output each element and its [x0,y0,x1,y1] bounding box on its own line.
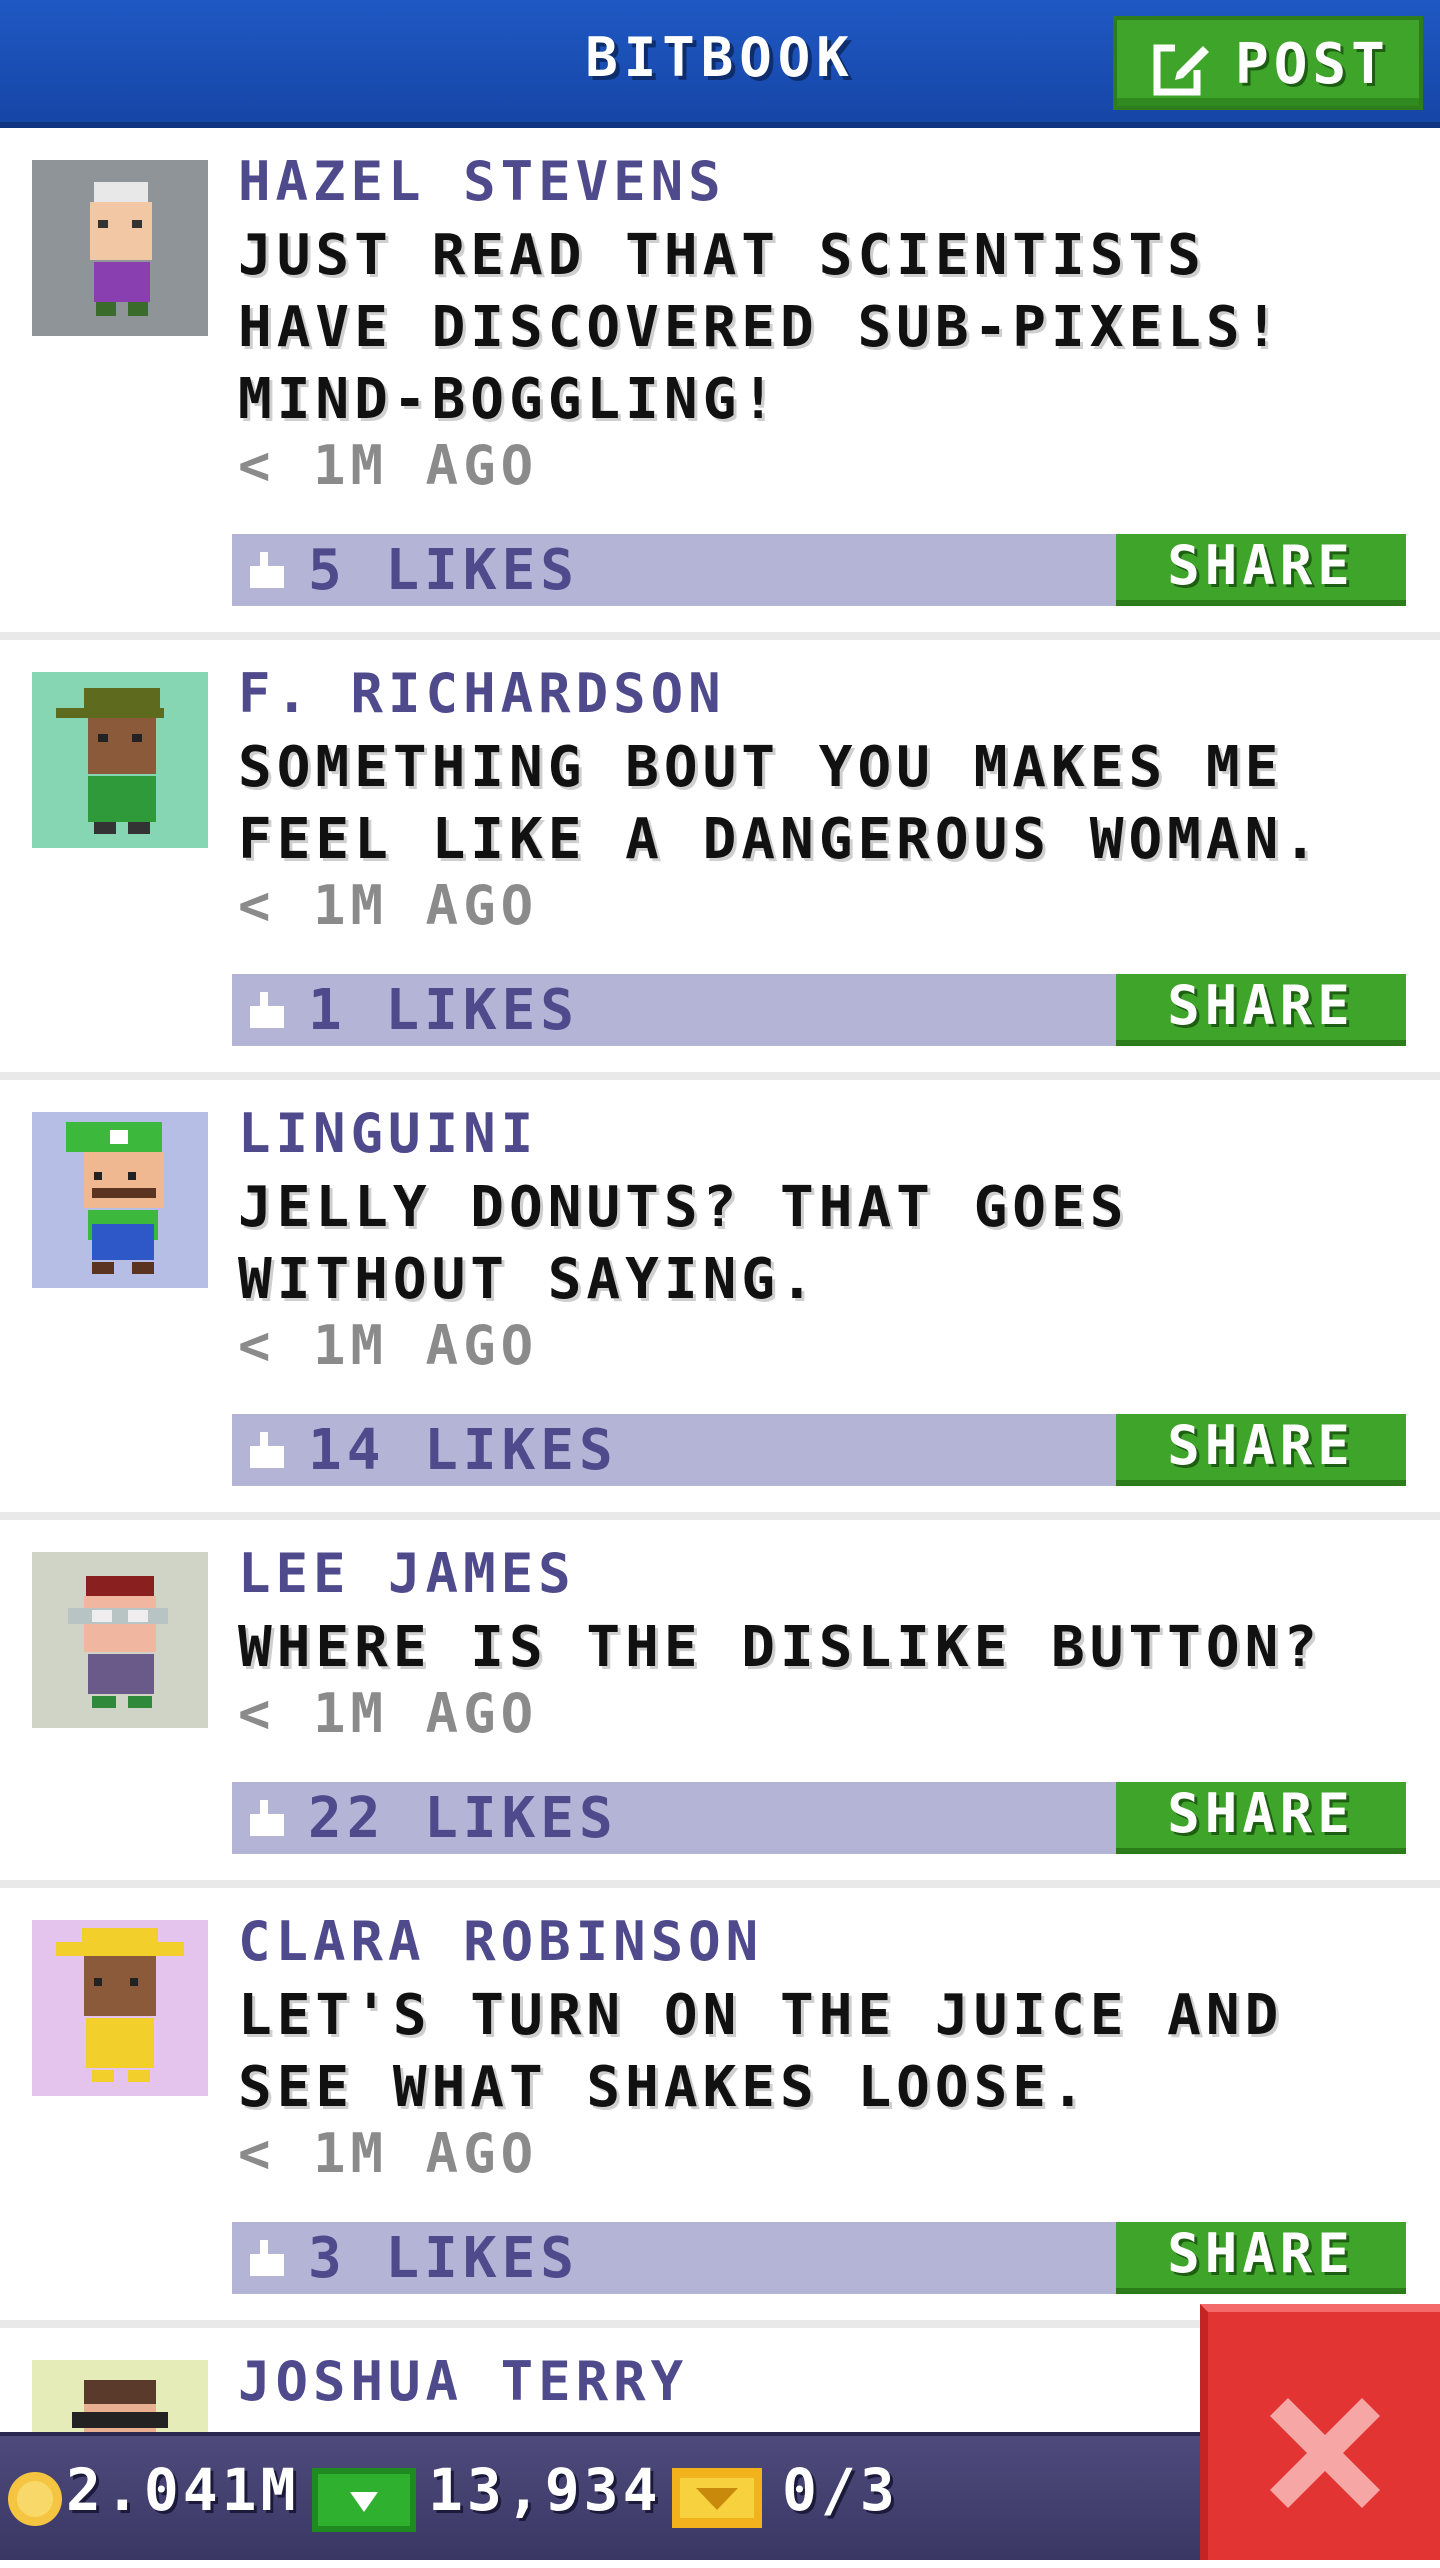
likes-bar: 5 LIKES SHARE [232,534,1406,606]
likes-count[interactable]: 14 LIKES [308,1418,618,1483]
likes-bar: 3 LIKES SHARE [232,2222,1406,2294]
feed-post: CLARA ROBINSON LET'S TURN ON THE JUICE A… [0,1888,1440,2328]
avatar[interactable] [32,1112,208,1288]
avatar[interactable] [32,672,208,848]
bux-icon [312,2468,416,2532]
thumbs-up-icon [250,552,284,588]
coin-icon [8,2472,62,2526]
post-button[interactable]: POST [1113,16,1423,110]
likes-count[interactable]: 3 LIKES [308,2226,579,2291]
post-message: WHERE IS THE DISLIKE BUTTON? [238,1615,1323,1680]
thumbs-up-icon [250,1432,284,1468]
thumbs-up-icon [250,2240,284,2276]
post-author[interactable]: LINGUINI [238,1102,538,1165]
ticket-icon [672,2468,762,2528]
feed-post: HAZEL STEVENS JUST READ THAT SCIENTISTS … [0,128,1440,640]
thumbs-up-icon [250,1800,284,1836]
bux-count: 13,934 [428,2456,662,2524]
post-time: < 1M AGO [238,434,539,497]
avatar[interactable] [32,160,208,336]
share-button[interactable]: SHARE [1116,1414,1406,1486]
post-time: < 1M AGO [238,1314,539,1377]
likes-bar: 22 LIKES SHARE [232,1782,1406,1854]
likes-bar: 1 LIKES SHARE [232,974,1406,1046]
likes-count[interactable]: 1 LIKES [308,978,579,1043]
post-message: LET'S TURN ON THE JUICE AND SEE WHAT SHA… [238,1983,1284,2120]
post-message: JUST READ THAT SCIENTISTS HAVE DISCOVERE… [238,223,1284,432]
thumbs-up-icon [250,992,284,1028]
post-message: SOMETHING BOUT YOU MAKES ME FEEL LIKE A … [238,735,1323,872]
share-button[interactable]: SHARE [1116,974,1406,1046]
close-icon [1270,2398,1380,2508]
post-button-label: POST [1235,32,1390,97]
post-time: < 1M AGO [238,2122,539,2185]
edit-icon [1153,40,1213,96]
close-button[interactable] [1200,2304,1440,2560]
post-author[interactable]: HAZEL STEVENS [238,150,726,213]
feed-post: F. RICHARDSON SOMETHING BOUT YOU MAKES M… [0,640,1440,1080]
share-button[interactable]: SHARE [1116,2222,1406,2294]
likes-count[interactable]: 5 LIKES [308,538,579,603]
app-header: BITBOOK POST [0,0,1440,128]
tickets-count: 0/3 [782,2456,899,2524]
coins-count: 2.041M [66,2456,300,2524]
post-author[interactable]: CLARA ROBINSON [238,1910,763,1973]
feed-post: LINGUINI JELLY DONUTS? THAT GOES WITHOUT… [0,1080,1440,1520]
avatar[interactable] [32,1920,208,2096]
post-author[interactable]: JOSHUA TERRY [238,2350,688,2413]
likes-count[interactable]: 22 LIKES [308,1786,618,1851]
share-button[interactable]: SHARE [1116,1782,1406,1854]
post-author[interactable]: LEE JAMES [238,1542,576,1605]
feed-list[interactable]: HAZEL STEVENS JUST READ THAT SCIENTISTS … [0,128,1440,2568]
post-author[interactable]: F. RICHARDSON [238,662,726,725]
post-time: < 1M AGO [238,1682,539,1745]
likes-bar: 14 LIKES SHARE [232,1414,1406,1486]
post-message: JELLY DONUTS? THAT GOES WITHOUT SAYING. [238,1175,1129,1312]
feed-post: LEE JAMES WHERE IS THE DISLIKE BUTTON? <… [0,1520,1440,1888]
share-button[interactable]: SHARE [1116,534,1406,606]
post-time: < 1M AGO [238,874,539,937]
avatar[interactable] [32,1552,208,1728]
